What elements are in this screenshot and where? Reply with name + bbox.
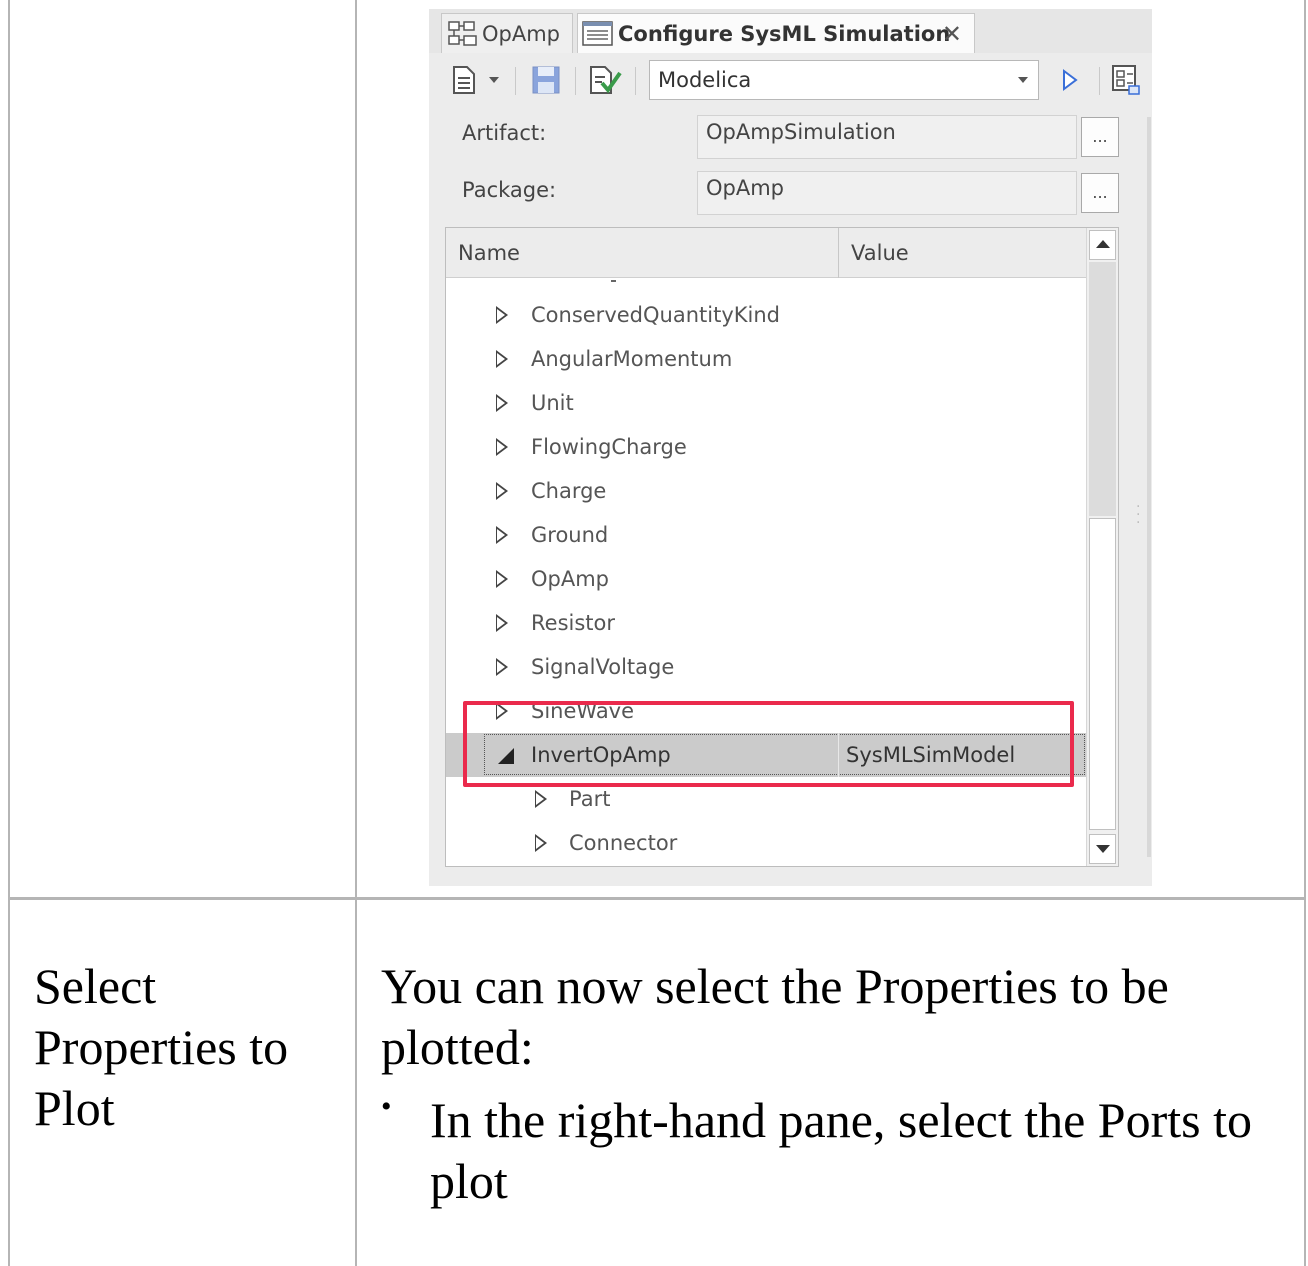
expand-icon[interactable] — [496, 658, 508, 676]
expand-icon[interactable] — [496, 438, 508, 456]
table-border-left — [8, 0, 10, 1266]
tree-row-label: Ground — [531, 523, 609, 547]
configure-simulation-window: OpAmp Configure SysML Simulation ✕ Model… — [429, 9, 1152, 886]
package-field[interactable]: OpAmp — [697, 171, 1077, 215]
tab-configure-label: Configure SysML Simulation — [618, 21, 951, 46]
table-column-divider — [355, 0, 357, 1266]
tab-configure-sysml-simulation[interactable]: Configure SysML Simulation ✕ — [577, 13, 975, 53]
scroll-down-icon[interactable] — [1089, 834, 1116, 864]
tree-row[interactable]: Charge — [446, 469, 1086, 513]
tab-bar: OpAmp Configure SysML Simulation ✕ — [429, 9, 1152, 53]
toolbar-separator — [635, 67, 636, 95]
expand-icon[interactable] — [496, 394, 508, 412]
expand-icon[interactable] — [496, 306, 508, 324]
scrollbar-thumb[interactable] — [1089, 518, 1116, 830]
step-intro: You can now select the Properties to be … — [381, 958, 1169, 1075]
validate-icon[interactable] — [587, 61, 623, 99]
artifact-browse-button[interactable]: ... — [1081, 117, 1119, 157]
tree-row[interactable]: FlowingCharge — [446, 425, 1086, 469]
platform-select-value: Modelica — [658, 68, 752, 92]
table-border-right — [1304, 0, 1306, 1266]
expand-icon[interactable] — [496, 350, 508, 368]
toolbar-separator — [515, 67, 516, 95]
table-row-divider — [8, 897, 1306, 900]
column-header-name[interactable]: Name — [446, 228, 838, 278]
step-title: Select Properties to Plot — [34, 958, 289, 1136]
save-icon[interactable] — [529, 61, 563, 99]
pane-splitter[interactable] — [1147, 117, 1151, 857]
artifact-field[interactable]: OpAmpSimulation — [697, 115, 1077, 159]
tab-opamp[interactable]: OpAmp — [441, 13, 573, 53]
highlight-box — [463, 701, 1074, 787]
splitter-grip-icon[interactable]: · · · — [1136, 500, 1140, 530]
tab-opamp-label: OpAmp — [482, 21, 561, 46]
tree-row-label: ConservedQuantityKind — [531, 303, 780, 327]
tree-row-label: Resistor — [531, 611, 615, 635]
toolbar: Modelica — [429, 53, 1152, 109]
tree-row-label: FlowingCharge — [531, 435, 687, 459]
tree-row[interactable]: Resistor — [446, 601, 1086, 645]
run-icon[interactable] — [1057, 61, 1083, 99]
grid-header: Name Value — [446, 228, 1086, 278]
expand-icon[interactable] — [535, 834, 547, 852]
form-icon — [582, 20, 614, 47]
expand-icon[interactable] — [496, 570, 508, 588]
scrollbar-track[interactable] — [1089, 262, 1116, 516]
expand-icon[interactable] — [496, 526, 508, 544]
tree-row[interactable]: ConservedQuantityKind — [446, 293, 1086, 337]
expand-icon[interactable] — [496, 482, 508, 500]
artifact-label: Artifact: — [462, 121, 547, 145]
export-icon[interactable] — [1111, 61, 1145, 99]
scroll-up-icon[interactable] — [1089, 230, 1116, 260]
tree-row[interactable]: Connector — [446, 821, 1086, 865]
tree-row[interactable]: Unit — [446, 381, 1086, 425]
platform-select[interactable]: Modelica — [649, 60, 1039, 100]
tree-row[interactable]: AngularMomentum — [446, 337, 1086, 381]
package-browse-button[interactable]: ... — [1081, 173, 1119, 213]
close-icon[interactable]: ✕ — [942, 20, 962, 48]
tree-row-label: AngularMomentum — [531, 347, 733, 371]
tree-row-label: SignalVoltage — [531, 655, 675, 679]
chevron-down-icon — [1018, 77, 1028, 83]
toolbar-separator — [575, 67, 576, 95]
tree-row-label: Charge — [531, 479, 607, 503]
tree-row[interactable]: SignalVoltage — [446, 645, 1086, 689]
expand-icon[interactable] — [496, 614, 508, 632]
tree-row-label: Connector — [569, 831, 678, 855]
dropdown-icon[interactable] — [487, 61, 501, 99]
diagram-icon — [448, 20, 478, 47]
column-header-value[interactable]: Value — [839, 228, 1086, 278]
package-label: Package: — [462, 178, 557, 202]
tree-row-label: Unit — [531, 391, 574, 415]
tree-row[interactable]: OpAmp — [446, 557, 1086, 601]
scrolled-row-fragment — [496, 278, 616, 282]
bullet-item: In the right-hand pane, select the Ports… — [430, 1092, 1252, 1209]
bullet-marker: • — [381, 1090, 392, 1123]
toolbar-separator — [1099, 67, 1100, 95]
new-document-icon[interactable] — [449, 61, 479, 99]
tree-row[interactable]: Ground — [446, 513, 1086, 557]
tree-row-label: OpAmp — [531, 567, 610, 591]
vertical-scrollbar[interactable] — [1086, 228, 1118, 866]
expand-icon[interactable] — [535, 790, 547, 808]
